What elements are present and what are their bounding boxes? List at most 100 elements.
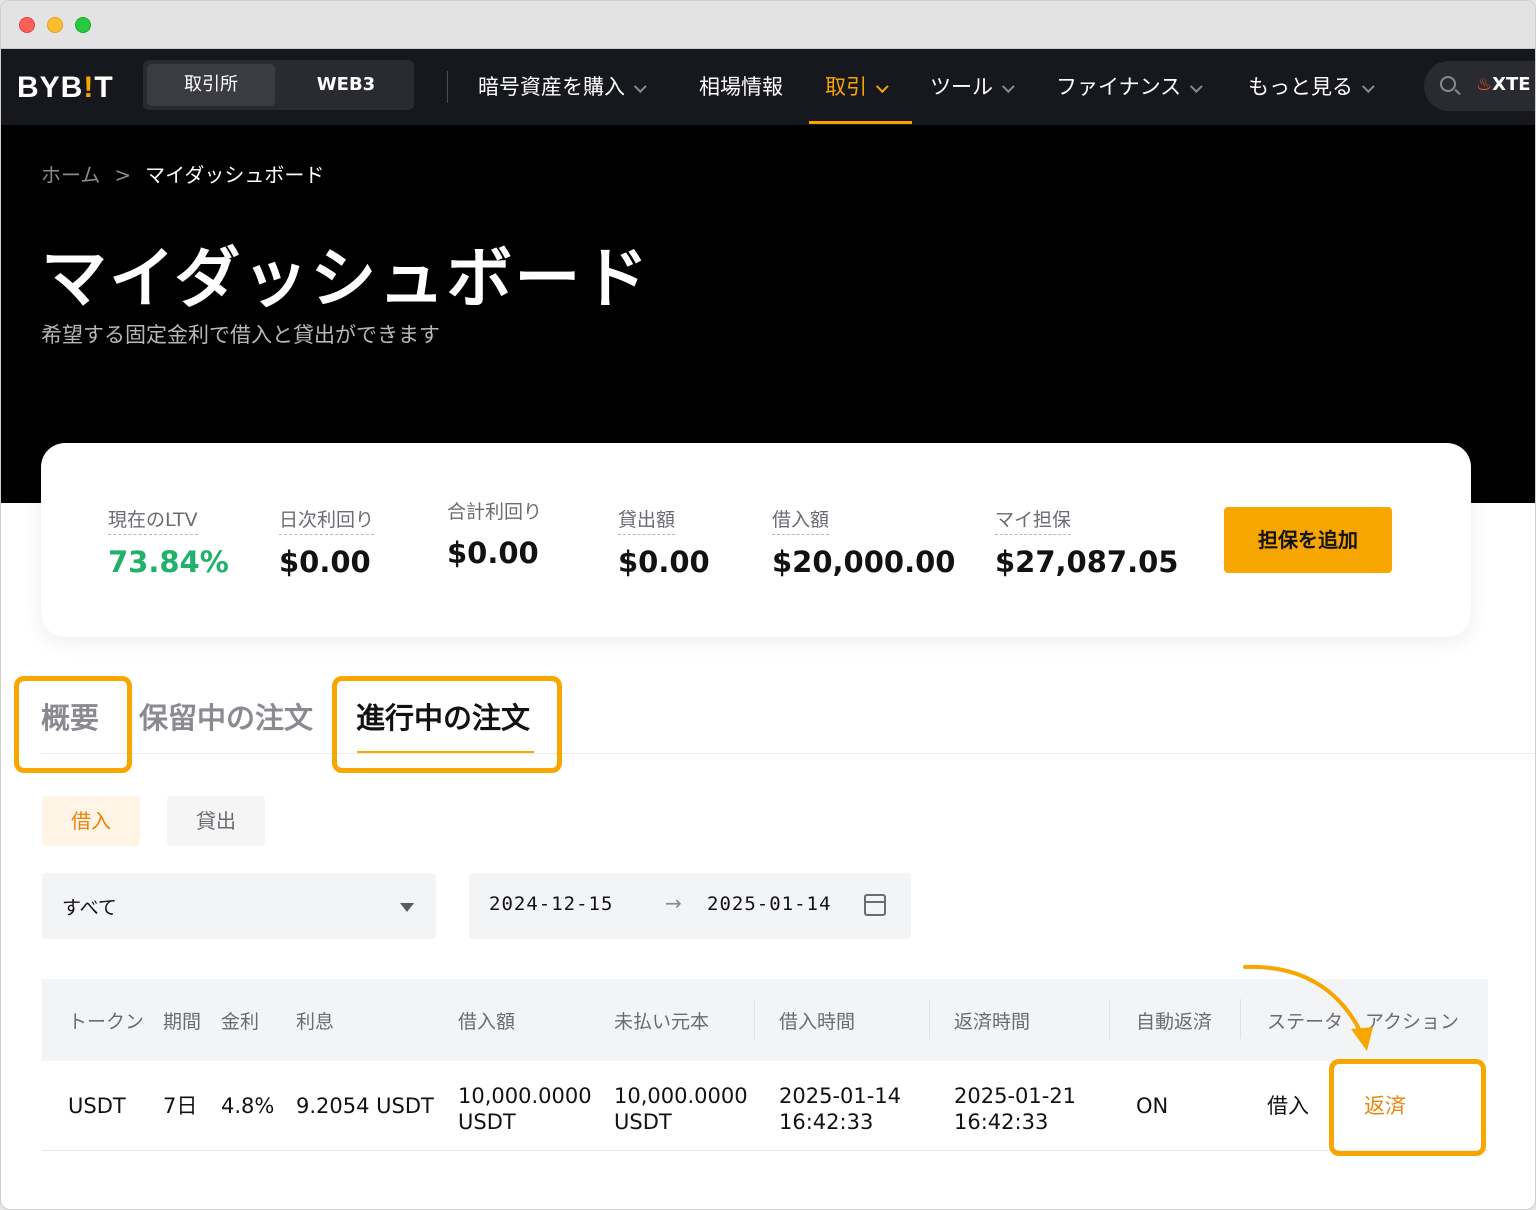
logo-text-prefix: BYB [17, 71, 84, 104]
cell-term: 7日 [163, 1094, 198, 1118]
cell-token: USDT [68, 1094, 126, 1118]
nav-trade[interactable]: 取引 [825, 71, 889, 101]
calendar-icon[interactable] [864, 894, 886, 916]
page-subtitle: 希望する固定金利で借入と貸出ができます [41, 323, 440, 347]
nav-finance-label: ファイナンス [1056, 75, 1182, 99]
stat-total-yield: 合計利回り $0.00 [447, 497, 542, 570]
stat-ltv: 現在のLTV 73.84% [108, 505, 229, 579]
table-row: USDT 7日 4.8% 9.2054 USDT 10,000.0000 USDT… [42, 1061, 1488, 1151]
breadcrumb-current: マイダッシュボード [145, 163, 325, 187]
close-window-icon[interactable] [19, 17, 35, 33]
page-title: マイダッシュボード [41, 240, 651, 317]
stat-lend-amount-value: $0.00 [618, 545, 710, 579]
stat-ltv-label[interactable]: 現在のLTV [108, 505, 198, 535]
nav-active-underline [809, 121, 912, 124]
nav-more[interactable]: もっと見る [1248, 71, 1375, 101]
highlight-box-active-orders [332, 676, 562, 773]
cell-borrow-amount: 10,000.0000 USDT [458, 1083, 592, 1135]
th-divider [754, 999, 755, 1039]
cell-unpaid-unit: USDT [614, 1110, 672, 1134]
exchange-tab[interactable]: 取引所 [147, 64, 275, 106]
th-term: 期間 [163, 1011, 202, 1033]
pointer-arrow-head [1351, 1027, 1373, 1051]
stat-borrow-amount: 借入額 $20,000.00 [772, 505, 955, 579]
bybit-logo[interactable]: BYB!T [17, 71, 114, 105]
cell-borrow-date: 2025-01-14 [779, 1084, 902, 1108]
highlight-box-repay [1329, 1059, 1486, 1156]
th-auto-repay: 自動返済 [1136, 1011, 1213, 1033]
date-to[interactable]: 2025-01-14 [707, 893, 831, 915]
cell-interest: 9.2054 USDT [296, 1094, 434, 1118]
cell-repay-date: 2025-01-21 [954, 1084, 1077, 1108]
browser-window: BYB!T 取引所 WEB3 暗号資産を購入 相場情報 取引 ツール ファイナン… [0, 0, 1536, 1210]
chevron-down-icon [1001, 80, 1015, 94]
stat-lend-amount-label[interactable]: 貸出額 [618, 505, 676, 535]
cell-unpaid-principal: 10,000.0000 USDT [614, 1083, 748, 1135]
filter-borrow-button[interactable]: 借入 [42, 796, 140, 846]
date-from[interactable]: 2024-12-15 [489, 893, 613, 915]
nav-buy-crypto[interactable]: 暗号資産を購入 [478, 71, 647, 101]
maximize-window-icon[interactable] [75, 17, 91, 33]
th-divider [929, 999, 930, 1039]
exchange-web3-switch: 取引所 WEB3 [143, 60, 414, 110]
th-repay-time: 返済時間 [954, 1011, 1031, 1033]
th-borrow-time: 借入時間 [779, 1011, 856, 1033]
date-arrow-icon: → [665, 891, 682, 915]
stat-borrow-amount-value: $20,000.00 [772, 545, 956, 579]
stat-total-yield-label: 合計利回り [447, 501, 543, 523]
cell-repay-clock: 16:42:33 [954, 1110, 1049, 1134]
nav-search-box[interactable]: ♨XTE [1424, 61, 1535, 111]
cell-unpaid-number: 10,000.0000 [614, 1084, 748, 1108]
web3-tab[interactable]: WEB3 [281, 64, 411, 106]
nav-more-label: もっと見る [1248, 75, 1353, 99]
breadcrumb-home[interactable]: ホーム [41, 163, 100, 187]
nav-tools[interactable]: ツール [930, 71, 1015, 101]
nav-tools-label: ツール [930, 75, 993, 99]
breadcrumb: ホーム > マイダッシュボード [41, 159, 324, 188]
add-collateral-button[interactable]: 担保を追加 [1224, 507, 1392, 573]
token-filter-select[interactable]: すべて [42, 873, 436, 939]
stat-collateral-value: $27,087.05 [995, 545, 1179, 579]
minimize-window-icon[interactable] [47, 17, 63, 33]
th-rate: 金利 [221, 1011, 260, 1033]
cell-borrow-amount-unit: USDT [458, 1110, 516, 1134]
stat-daily-yield-label[interactable]: 日次利回り [279, 505, 375, 535]
stat-daily-yield: 日次利回り $0.00 [279, 505, 375, 579]
th-interest: 利息 [296, 1011, 335, 1033]
chevron-down-icon [1361, 80, 1375, 94]
breadcrumb-separator: > [114, 163, 132, 187]
th-divider [1109, 999, 1110, 1039]
stat-lend-amount: 貸出額 $0.00 [618, 505, 710, 579]
stat-borrow-amount-label[interactable]: 借入額 [772, 505, 830, 535]
cell-status: 借入 [1267, 1094, 1309, 1118]
filter-lend-button[interactable]: 貸出 [167, 796, 265, 846]
th-borrow-amount: 借入額 [458, 1011, 516, 1033]
tabs-divider [41, 753, 1535, 754]
stat-daily-yield-value: $0.00 [279, 545, 371, 579]
th-unpaid-principal: 未払い元本 [614, 1011, 710, 1033]
token-filter-value: すべて [62, 897, 117, 919]
nav-markets[interactable]: 相場情報 [699, 71, 783, 101]
nav-divider [447, 71, 448, 103]
cell-repay-time: 2025-01-21 16:42:33 [954, 1083, 1076, 1135]
nav-markets-label: 相場情報 [699, 75, 783, 99]
nav-buy-crypto-label: 暗号資産を購入 [478, 75, 625, 99]
pointer-arrow-icon [1243, 964, 1373, 1051]
search-trending-label: XTE [1492, 74, 1531, 95]
cell-borrow-amount-number: 10,000.0000 [458, 1084, 592, 1108]
stat-collateral-label[interactable]: マイ担保 [995, 505, 1072, 535]
cell-auto-repay: ON [1136, 1094, 1169, 1118]
search-icon [1440, 76, 1456, 92]
top-navbar: BYB!T 取引所 WEB3 暗号資産を購入 相場情報 取引 ツール ファイナン… [1, 49, 1535, 125]
window-titlebar [1, 1, 1535, 49]
logo-text-bang: ! [83, 71, 95, 104]
stat-total-yield-value: $0.00 [447, 536, 539, 570]
tab-pending-orders[interactable]: 保留中の注文 [139, 695, 313, 737]
nav-finance[interactable]: ファイナンス [1056, 71, 1203, 101]
cell-rate: 4.8% [221, 1094, 275, 1118]
chevron-down-icon [633, 80, 647, 94]
caret-down-icon [400, 903, 414, 912]
fire-icon: ♨ [1476, 74, 1493, 95]
date-range-picker[interactable]: 2024-12-15 → 2025-01-14 [469, 873, 911, 939]
stats-card: 現在のLTV 73.84% 日次利回り $0.00 合計利回り $0.00 貸出… [41, 443, 1471, 637]
